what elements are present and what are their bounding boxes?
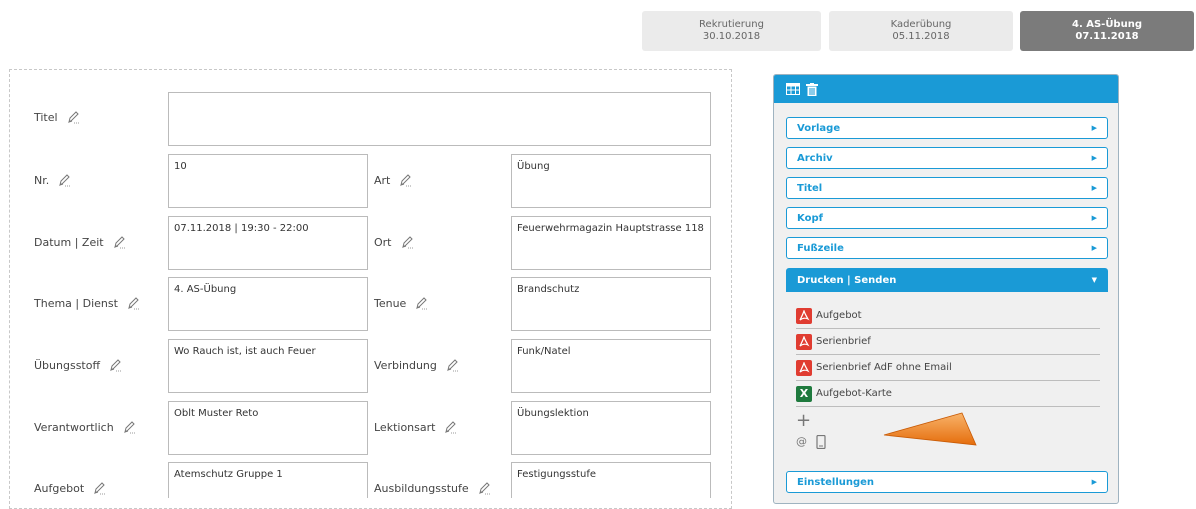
nr-label: Nr. [34, 173, 71, 187]
doc-aufgebot-label: Aufgebot [816, 310, 862, 321]
tab-kaderuebung-date: 05.11.2018 [892, 31, 950, 42]
section-fusszeile-label: Fußzeile [797, 242, 844, 254]
aufgebot-input[interactable]: Atemschutz Gruppe 1 [168, 462, 368, 498]
thema-input[interactable]: 4. AS-Übung [168, 277, 368, 331]
tenue-input[interactable]: Brandschutz [511, 277, 711, 331]
edit-pencil-icon[interactable] [57, 173, 71, 187]
section-kopf[interactable]: Kopf ▶ [786, 207, 1108, 229]
verbindung-input[interactable]: Funk/Natel [511, 339, 711, 393]
chevron-right-icon: ▶ [1091, 184, 1097, 192]
pdf-icon [796, 333, 812, 350]
edit-pencil-icon[interactable] [443, 420, 457, 434]
pointer-arrow-icon [883, 412, 977, 446]
mobile-icon[interactable] [816, 435, 826, 449]
chevron-right-icon: ▶ [1091, 244, 1097, 252]
section-archiv-label: Archiv [797, 152, 833, 164]
verantwortlich-input[interactable]: Oblt Muster Reto [168, 401, 368, 455]
verbindung-label: Verbindung [374, 358, 459, 372]
section-titel[interactable]: Titel ▶ [786, 177, 1108, 199]
lektionsart-input[interactable]: Übungslektion [511, 401, 711, 455]
tab-rekrutierung[interactable]: Rekrutierung 30.10.2018 [642, 11, 821, 51]
tab-rekrutierung-date: 30.10.2018 [702, 31, 761, 42]
section-archiv[interactable]: Archiv ▶ [786, 147, 1108, 169]
stoff-label: Übungsstoff [34, 358, 122, 372]
section-drucken-senden[interactable]: Drucken | Senden ▼ [786, 268, 1108, 292]
verantwortlich-label: Verantwortlich [34, 420, 136, 434]
tab-as-uebung[interactable]: 4. AS-Übung 07.11.2018 [1020, 11, 1194, 51]
titel-input[interactable] [168, 92, 711, 146]
doc-serienbrief[interactable]: Serienbrief [796, 329, 1100, 355]
nr-input[interactable]: 10 [168, 154, 368, 208]
section-einstellungen[interactable]: Einstellungen ▶ [786, 471, 1108, 493]
aufgebot-label: Aufgebot [34, 481, 106, 495]
edit-pencil-icon[interactable] [126, 296, 140, 310]
edit-pencil-icon[interactable] [477, 481, 491, 495]
edit-pencil-icon[interactable] [445, 358, 459, 372]
doc-serienbrief-label: Serienbrief [816, 336, 871, 347]
side-panel: Vorlage ▶ Archiv ▶ Titel ▶ Kopf ▶ Fußzei… [773, 74, 1119, 504]
chevron-right-icon: ▶ [1091, 478, 1097, 486]
titel-label: Titel [34, 110, 80, 124]
tab-kaderuebung-name: Kaderübung [890, 19, 952, 30]
pdf-icon [796, 307, 812, 324]
datum-label: Datum | Zeit [34, 235, 126, 249]
section-kopf-label: Kopf [797, 212, 823, 224]
section-vorlage-label: Vorlage [797, 122, 841, 134]
chevron-down-icon: ▼ [1091, 276, 1097, 284]
edit-pencil-icon[interactable] [398, 173, 412, 187]
ort-label: Ort [374, 235, 414, 249]
ausbildung-input[interactable]: Festigungsstufe [511, 462, 711, 498]
edit-pencil-icon[interactable] [112, 235, 126, 249]
ort-input[interactable]: Feuerwehrmagazin Hauptstrasse 118 [511, 216, 711, 270]
ausbildung-label: Ausbildungsstufe [374, 481, 491, 495]
section-drucken-label: Drucken | Senden [797, 274, 897, 286]
panel-header [774, 75, 1118, 103]
pdf-icon [796, 359, 812, 376]
section-einstellungen-label: Einstellungen [797, 476, 875, 488]
art-label: Art [374, 173, 412, 187]
tab-as-uebung-date: 07.11.2018 [1075, 31, 1139, 42]
tenue-label: Tenue [374, 296, 428, 310]
section-vorlage[interactable]: Vorlage ▶ [786, 117, 1108, 139]
edit-pencil-icon[interactable] [108, 358, 122, 372]
doc-aufgebot[interactable]: Aufgebot [796, 303, 1100, 329]
doc-serienbrief-adf[interactable]: Serienbrief AdF ohne Email [796, 355, 1100, 381]
stoff-input[interactable]: Wo Rauch ist, ist auch Feuer [168, 339, 368, 393]
chevron-right-icon: ▶ [1091, 154, 1097, 162]
table-icon[interactable] [786, 83, 800, 95]
doc-aufgebot-karte-label: Aufgebot-Karte [816, 388, 892, 399]
section-titel-label: Titel [797, 182, 823, 194]
doc-serienbrief-adf-label: Serienbrief AdF ohne Email [816, 362, 952, 373]
excel-icon: X [796, 385, 812, 402]
edit-pencil-icon[interactable] [92, 481, 106, 495]
edit-pencil-icon[interactable] [122, 420, 136, 434]
datum-input[interactable]: 07.11.2018 | 19:30 - 22:00 [168, 216, 368, 270]
tab-rekrutierung-name: Rekrutierung [699, 19, 764, 30]
edit-pencil-icon[interactable] [66, 110, 80, 124]
doc-aufgebot-karte[interactable]: X Aufgebot-Karte [796, 381, 1100, 407]
thema-label: Thema | Dienst [34, 296, 140, 310]
edit-pencil-icon[interactable] [414, 296, 428, 310]
lektionsart-label: Lektionsart [374, 420, 457, 434]
trash-icon[interactable] [806, 82, 818, 96]
chevron-right-icon: ▶ [1091, 214, 1097, 222]
add-icon[interactable]: + [796, 411, 811, 431]
chevron-right-icon: ▶ [1091, 124, 1097, 132]
section-fusszeile[interactable]: Fußzeile ▶ [786, 237, 1108, 259]
tab-kaderuebung[interactable]: Kaderübung 05.11.2018 [829, 11, 1013, 51]
tab-as-uebung-name: 4. AS-Übung [1071, 19, 1142, 30]
email-icon[interactable]: @ [796, 435, 807, 448]
art-input[interactable]: Übung [511, 154, 711, 208]
edit-pencil-icon[interactable] [400, 235, 414, 249]
